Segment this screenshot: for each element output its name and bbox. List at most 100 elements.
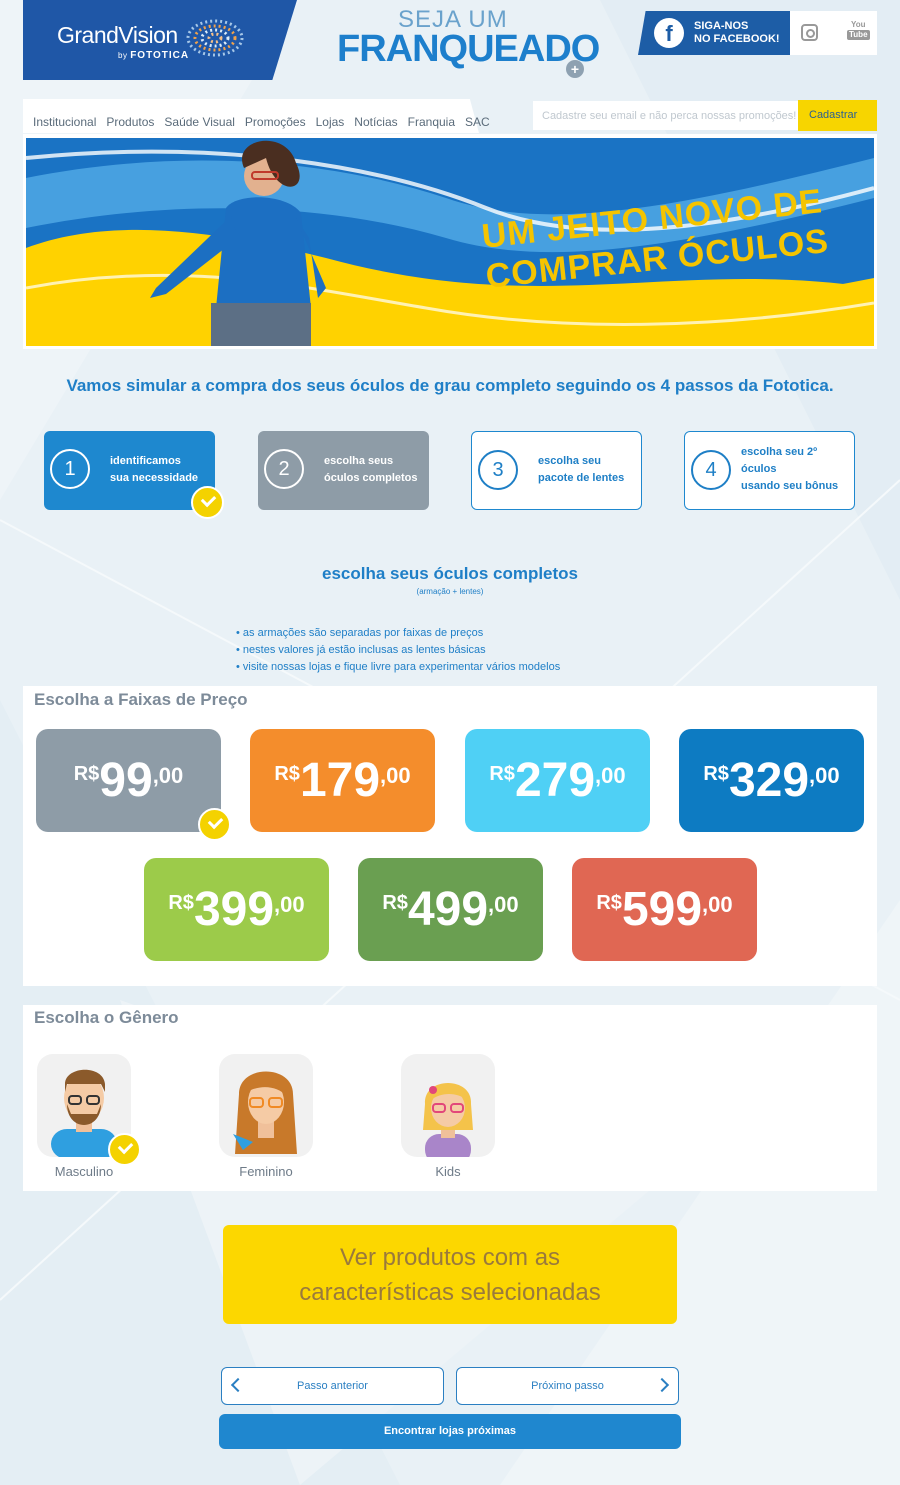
nav-item-produtos[interactable]: Produtos — [106, 115, 154, 129]
step-label-line3: usando seu bônus — [741, 480, 839, 492]
nav-item-saude-visual[interactable]: Saúde Visual — [164, 115, 235, 129]
facebook-label[interactable]: SIGA-NOS NO FACEBOOK! — [694, 20, 780, 46]
gender-label: Kids — [435, 1164, 461, 1179]
nav-item-sac[interactable]: SAC — [465, 115, 490, 129]
youtube-icon-top: You — [851, 20, 866, 29]
next-step-label: Próximo passo — [531, 1380, 604, 1392]
step-label-line1: escolha seu — [538, 455, 601, 467]
step-number: 2 — [264, 449, 304, 489]
price-cents: ,00 — [152, 763, 184, 788]
step-3[interactable]: 3 escolha seu pacote de lentes — [471, 431, 642, 510]
price-option-599[interactable]: R$ 599 ,00 — [572, 858, 757, 961]
logo-by: by — [118, 51, 128, 60]
list-item: • nestes valores já estão inclusas as le… — [236, 644, 486, 656]
plus-icon[interactable]: + — [566, 60, 584, 78]
logo-brand: FOTOTICA — [130, 50, 190, 61]
step-label-line2: óculos completos — [324, 472, 418, 484]
facebook-label-line1: SIGA-NOS — [694, 20, 749, 32]
price-currency: R$ — [168, 892, 194, 914]
price-currency: R$ — [489, 763, 515, 785]
step-label: escolha seus óculos completos — [324, 453, 418, 487]
step-label-line2: pacote de lentes — [538, 472, 625, 484]
list-item: • visite nossas lojas e fique livre para… — [236, 661, 561, 673]
price-option-499[interactable]: R$ 499 ,00 — [358, 858, 543, 961]
gender-option-kids[interactable] — [401, 1054, 495, 1157]
gender-label: Feminino — [239, 1164, 293, 1179]
step-label: escolha seu pacote de lentes — [538, 453, 624, 487]
facebook-icon[interactable]: f — [654, 18, 684, 48]
cta-line1: Ver produtos com as — [339, 1244, 561, 1271]
youtube-icon[interactable]: You Tube — [847, 21, 870, 40]
price-value: 599 — [621, 883, 703, 936]
cta-line2: características selecionadas — [299, 1279, 601, 1306]
price-value: 499 — [407, 883, 489, 936]
nav-item-promocoes[interactable]: Promoções — [245, 115, 306, 129]
section-subtitle: (armação + lentes) — [416, 587, 484, 596]
price-cents: ,00 — [380, 763, 411, 788]
price-option-329[interactable]: R$ 329 ,00 — [679, 729, 864, 832]
gender-option-feminino[interactable] — [219, 1054, 313, 1157]
price-option-399[interactable]: R$ 399 ,00 — [144, 858, 329, 961]
step-4[interactable]: 4 escolha seu 2º óculos usando seu bônus — [684, 431, 855, 510]
previous-step-button[interactable]: Passo anterior — [221, 1367, 444, 1405]
nav-item-franquia[interactable]: Franquia — [408, 115, 455, 129]
step-number: 1 — [50, 449, 90, 489]
check-icon — [191, 486, 224, 519]
nav-item-lojas[interactable]: Lojas — [316, 115, 345, 129]
price-value: 179 — [299, 754, 381, 807]
previous-step-label: Passo anterior — [297, 1380, 368, 1392]
price-panel-title: Escolha a Faixas de Preço — [34, 690, 248, 709]
step-label-line1: escolha seu 2º — [741, 446, 818, 458]
logo-subtitle: by FOTOTICA — [118, 50, 189, 61]
price-cents: ,00 — [809, 763, 840, 788]
facebook-label-line2: NO FACEBOOK! — [694, 33, 780, 45]
price-value: 279 — [514, 754, 596, 807]
price-option-279[interactable]: R$ 279 ,00 — [465, 729, 650, 832]
price-currency: R$ — [382, 892, 408, 914]
price-cents: ,00 — [488, 892, 519, 917]
nav-item-noticias[interactable]: Notícias — [354, 115, 397, 129]
price-cents: ,00 — [702, 892, 733, 917]
info-list: • as armações são separadas por faixas d… — [236, 625, 560, 676]
logo-dots-icon — [186, 19, 244, 57]
franqueado-link[interactable]: FRANQUEADO — [337, 28, 600, 71]
step-number: 3 — [478, 450, 518, 490]
chevron-right-icon — [654, 1377, 670, 1393]
step-1[interactable]: 1 identificamos sua necessidade — [44, 431, 215, 510]
price-cents: ,00 — [274, 892, 305, 917]
instagram-icon[interactable] — [801, 24, 818, 41]
signup-button[interactable]: Cadastrar — [798, 100, 877, 131]
chevron-left-icon — [230, 1377, 246, 1393]
view-products-button[interactable]: Ver produtos com as características sele… — [223, 1225, 677, 1324]
gender-label: Masculino — [54, 1164, 114, 1179]
woman-avatar-icon — [233, 1071, 297, 1154]
email-signup-input[interactable] — [533, 101, 798, 130]
find-stores-button[interactable]: Encontrar lojas próximas — [219, 1414, 681, 1449]
youtube-icon-bottom: Tube — [847, 30, 870, 40]
price-currency: R$ — [73, 763, 100, 785]
step-label: escolha seu 2º óculos usando seu bônus — [741, 444, 838, 495]
step-label-line1: escolha seus — [324, 455, 394, 467]
price-option-99[interactable]: R$ 99 ,00 — [36, 729, 221, 832]
price-option-179[interactable]: R$ 179 ,00 — [250, 729, 435, 832]
check-icon — [198, 808, 231, 841]
price-cents: ,00 — [595, 763, 626, 788]
main-nav: Institucional Produtos Saúde Visual Prom… — [33, 115, 490, 129]
step-label: identificamos sua necessidade — [110, 453, 198, 487]
next-step-button[interactable]: Próximo passo — [456, 1367, 679, 1405]
kid-avatar-icon — [423, 1083, 473, 1157]
price-currency: R$ — [703, 763, 729, 785]
check-icon — [108, 1133, 141, 1166]
price-value: 399 — [193, 883, 275, 936]
list-item: • as armações são separadas por faixas d… — [236, 627, 484, 639]
price-currency: R$ — [596, 892, 622, 914]
logo-text[interactable]: GrandVision — [57, 22, 178, 49]
step-label-line1: identificamos — [110, 455, 181, 467]
price-currency: R$ — [274, 763, 300, 785]
step-number: 4 — [691, 450, 731, 490]
price-value: 99 — [99, 754, 153, 807]
section-title: escolha seus óculos completos — [321, 564, 579, 583]
price-value: 329 — [728, 754, 810, 807]
nav-item-institucional[interactable]: Institucional — [33, 115, 96, 129]
step-2[interactable]: 2 escolha seus óculos completos — [258, 431, 429, 510]
